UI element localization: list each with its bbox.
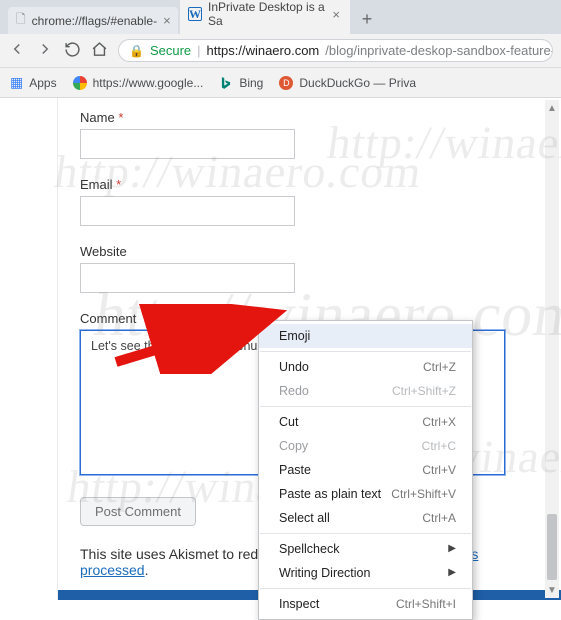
post-comment-button[interactable]: Post Comment [80,497,196,526]
ctx-copy[interactable]: Copy Ctrl+C [259,434,472,458]
secure-label: Secure [150,43,191,58]
ctx-redo[interactable]: Redo Ctrl+Shift+Z [259,379,472,403]
forward-button[interactable] [36,40,54,61]
ctx-select-all[interactable]: Select all Ctrl+A [259,506,472,530]
comment-text: Let's see the new Emoji menu [91,339,257,353]
back-button[interactable] [8,40,26,61]
ctx-undo[interactable]: Undo Ctrl+Z [259,355,472,379]
bookmark-label: Apps [29,76,56,90]
field-website: Website [80,244,531,311]
scroll-up-icon[interactable]: ▲ [545,100,559,116]
bookmark-google[interactable]: https://www.google... [73,76,204,90]
bookmark-apps[interactable]: ▦ Apps [10,74,57,91]
tab-title: chrome://flags/#enable- [32,14,157,28]
bookmark-label: Bing [239,76,263,90]
left-column-strip [0,98,58,600]
ctx-separator [260,588,471,589]
reload-button[interactable] [64,41,81,61]
apps-icon: ▦ [10,74,23,91]
new-tab-button[interactable]: + [358,10,376,28]
vertical-scrollbar[interactable]: ▲ ▼ [545,100,559,598]
tab-strip: 🗋 chrome://flags/#enable- × W InPrivate … [0,0,561,34]
website-input[interactable] [80,263,295,293]
duckduckgo-icon: D [279,76,293,90]
winaero-favicon-icon: W [188,7,202,21]
browser-toolbar: 🔒 Secure | https://winaero.com/blog/inpr… [0,34,561,68]
website-label: Website [80,244,531,259]
bookmark-bing[interactable]: Bing [219,76,263,90]
ctx-paste[interactable]: Paste Ctrl+V [259,458,472,482]
email-input[interactable] [80,196,295,226]
bookmark-duckduckgo[interactable]: D DuckDuckGo — Priva [279,76,416,90]
scroll-thumb[interactable] [547,514,557,580]
submenu-arrow-icon: ▶ [448,540,456,558]
field-email: Email * [80,177,531,244]
scroll-down-icon[interactable]: ▼ [545,582,559,598]
lock-icon: 🔒 [129,44,144,58]
name-input[interactable] [80,129,295,159]
separator-icon: | [197,43,200,58]
bing-icon [219,76,233,90]
name-label: Name * [80,110,531,125]
bookmark-label: DuckDuckGo — Priva [299,76,416,90]
bookmarks-bar: ▦ Apps https://www.google... Bing D Duck… [0,68,561,98]
url-path: /blog/inprivate-deskop-sandbox-feature-w… [325,43,553,58]
tab-title: InPrivate Desktop is a Sa [208,0,326,28]
ctx-separator [260,406,471,407]
akismet-text: This site uses Akismet to redu [80,546,266,562]
ctx-writing-direction[interactable]: Writing Direction ▶ [259,561,472,585]
email-label: Email * [80,177,531,192]
ctx-inspect[interactable]: Inspect Ctrl+Shift+I [259,592,472,616]
context-menu: Emoji Undo Ctrl+Z Redo Ctrl+Shift+Z Cut … [258,320,473,620]
ctx-separator [260,351,471,352]
blank-page-icon: 🗋 [16,14,26,28]
url-host: https://winaero.com [207,43,320,58]
required-asterisk: * [116,177,121,192]
tab-chrome-flags[interactable]: 🗋 chrome://flags/#enable- × [8,7,178,34]
address-bar[interactable]: 🔒 Secure | https://winaero.com/blog/inpr… [118,39,553,62]
ctx-cut[interactable]: Cut Ctrl+X [259,410,472,434]
close-tab-icon[interactable]: × [163,13,171,28]
close-tab-icon[interactable]: × [332,7,340,22]
tab-inprivate-desktop[interactable]: W InPrivate Desktop is a Sa × [180,0,350,34]
google-favicon-icon [73,76,87,90]
ctx-emoji[interactable]: Emoji [259,324,472,348]
ctx-paste-plain[interactable]: Paste as plain text Ctrl+Shift+V [259,482,472,506]
ctx-spellcheck[interactable]: Spellcheck ▶ [259,537,472,561]
home-button[interactable] [91,41,108,61]
field-name: Name * [80,110,531,177]
required-asterisk: * [118,110,123,125]
submenu-arrow-icon: ▶ [448,564,456,582]
ctx-separator [260,533,471,534]
bookmark-label: https://www.google... [93,76,204,90]
